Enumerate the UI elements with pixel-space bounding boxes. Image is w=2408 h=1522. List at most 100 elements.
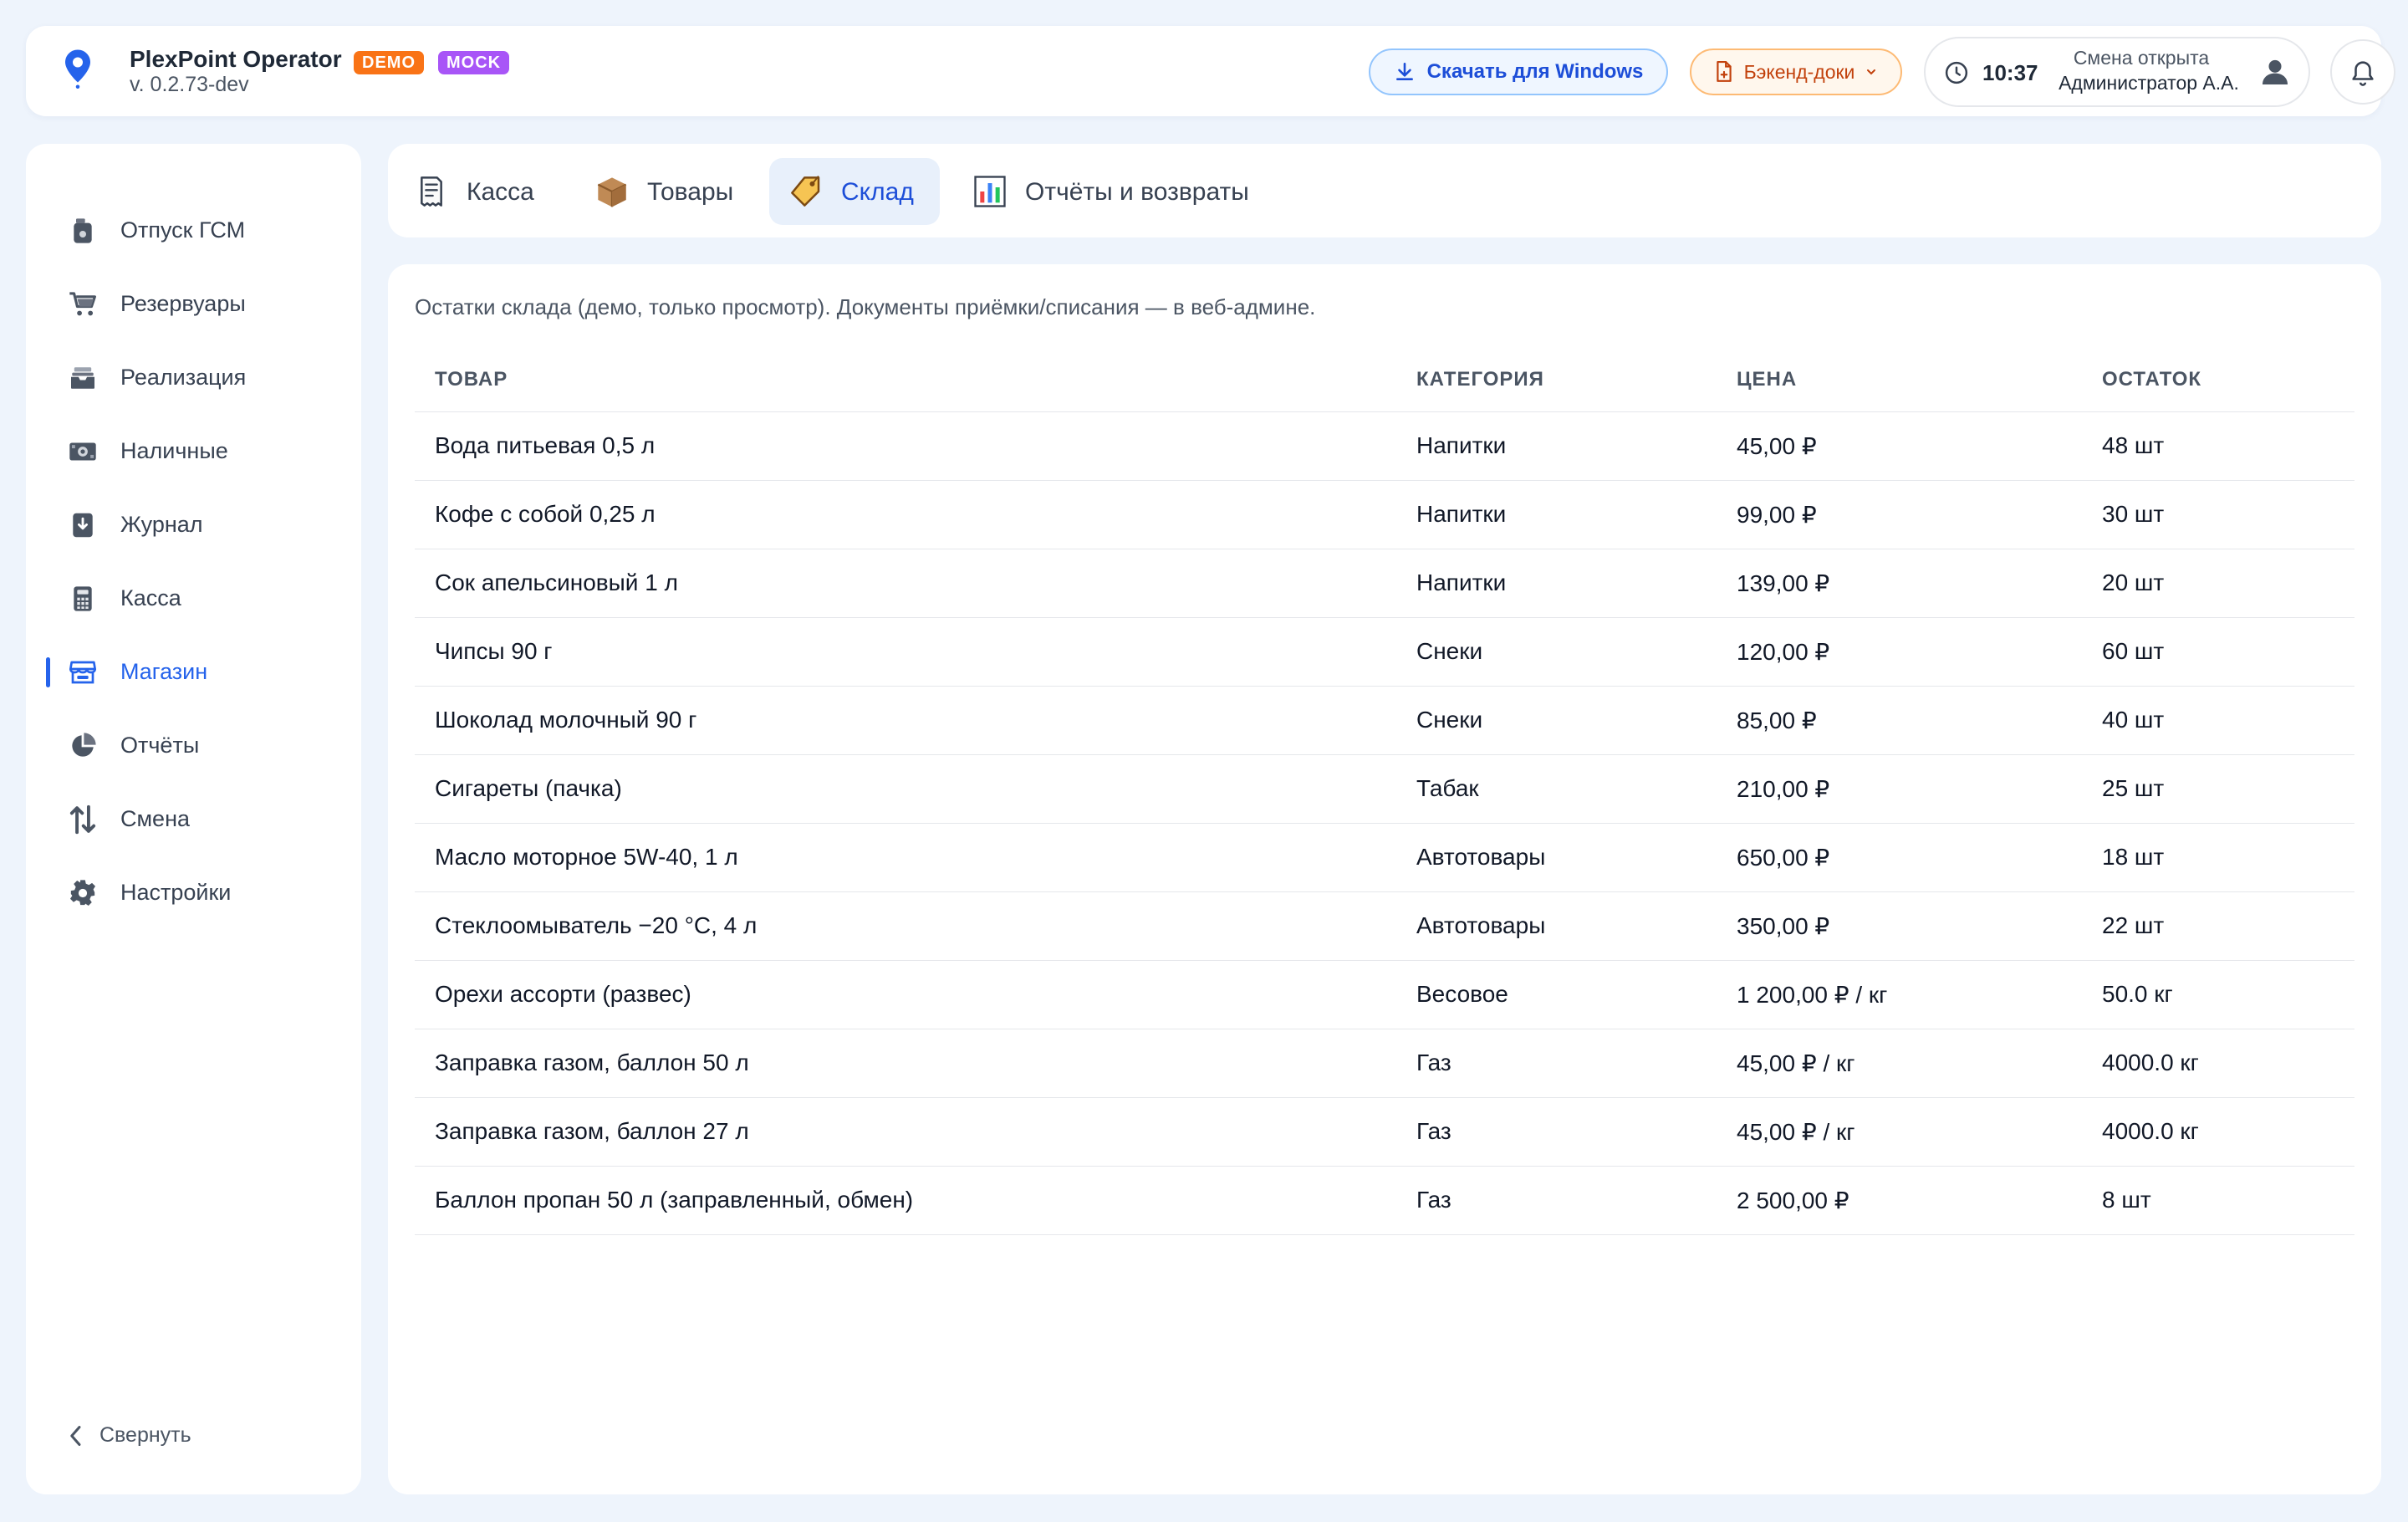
product-name: Стеклоомыватель −20 °C, 4 л bbox=[415, 891, 1396, 961]
tab-label: Склад bbox=[841, 178, 914, 206]
product-category: Напитки bbox=[1396, 411, 1717, 481]
product-price: 350,00 ₽ bbox=[1717, 891, 2082, 961]
shift-status-text: Смена открыта bbox=[2073, 47, 2210, 69]
shift-status-panel[interactable]: 10:37 Смена открыта Администратор А.А. bbox=[1924, 37, 2310, 107]
pie-chart-icon bbox=[68, 731, 98, 761]
tab-goods[interactable]: Товары bbox=[575, 158, 759, 225]
product-stock: 8 шт bbox=[2082, 1166, 2354, 1235]
product-stock: 4000.0 кг bbox=[2082, 1029, 2354, 1098]
column-header-stock[interactable]: ОСТАТОК bbox=[2082, 348, 2354, 412]
product-price: 1 200,00 ₽ / кг bbox=[1717, 960, 2082, 1029]
table-row: Баллон пропан 50 л (заправленный, обмен)… bbox=[415, 1166, 2354, 1235]
inbox-tray-icon bbox=[68, 363, 98, 393]
product-name: Сок апельсиновый 1 л bbox=[415, 549, 1396, 618]
table-row: Масло моторное 5W-40, 1 л Автотовары 650… bbox=[415, 823, 2354, 892]
download-windows-label: Скачать для Windows bbox=[1426, 60, 1644, 83]
table-row: Сигареты (пачка) Табак 210,00 ₽ 25 шт bbox=[415, 754, 2354, 824]
box-icon bbox=[597, 177, 627, 207]
sidebar-item-label: Магазин bbox=[120, 659, 208, 684]
product-price: 210,00 ₽ bbox=[1717, 754, 2082, 824]
notifications-button[interactable] bbox=[2330, 39, 2395, 105]
product-name: Орехи ассорти (развес) bbox=[415, 960, 1396, 1029]
product-category: Напитки bbox=[1396, 549, 1717, 618]
table-row: Вода питьевая 0,5 л Напитки 45,00 ₽ 48 ш… bbox=[415, 411, 2354, 481]
product-category: Автотовары bbox=[1396, 891, 1717, 961]
tab-label: Касса bbox=[467, 178, 534, 206]
sidebar-item-label: Отпуск ГСМ bbox=[120, 217, 246, 243]
product-stock: 30 шт bbox=[2082, 480, 2354, 549]
product-price: 120,00 ₽ bbox=[1717, 617, 2082, 687]
app-version: v. 0.2.73-dev bbox=[130, 73, 249, 96]
table-header-row: ТОВАР КАТЕГОРИЯ ЦЕНА ОСТАТОК bbox=[415, 348, 2354, 412]
app-title: PlexPoint Operator bbox=[130, 46, 342, 72]
product-name: Кофе с собой 0,25 л bbox=[415, 480, 1396, 549]
product-price: 139,00 ₽ bbox=[1717, 549, 2082, 618]
sidebar-item-label: Смена bbox=[120, 806, 191, 831]
gear-icon bbox=[68, 878, 98, 908]
sidebar-item-cash[interactable]: Наличные bbox=[26, 425, 361, 475]
product-name: Сигареты (пачка) bbox=[415, 754, 1396, 824]
sidebar-item-reservoirs[interactable]: Резервуары bbox=[26, 278, 361, 328]
sidebar-item-sales[interactable]: Реализация bbox=[26, 351, 361, 401]
product-stock: 40 шт bbox=[2082, 686, 2354, 755]
tab-reports-returns[interactable]: Отчёты и возвраты bbox=[953, 158, 1271, 225]
backend-docs-label: Бэкенд-доки bbox=[1743, 60, 1855, 83]
panel-note: Остатки склада (демо, только просмотр). … bbox=[415, 294, 1316, 319]
cart-icon bbox=[68, 289, 98, 319]
product-name: Заправка газом, баллон 50 л bbox=[415, 1029, 1396, 1098]
table-row: Стеклоомыватель −20 °C, 4 л Автотовары 3… bbox=[415, 891, 2354, 961]
product-category: Напитки bbox=[1396, 480, 1717, 549]
top-header: PlexPoint Operator DEMO MOCK v. 0.2.73-d… bbox=[26, 26, 2395, 116]
column-header-product[interactable]: ТОВАР bbox=[415, 348, 1396, 412]
sidebar-item-label: Отчёты bbox=[120, 733, 200, 758]
sidebar-item-label: Касса bbox=[120, 585, 181, 610]
chevron-left-icon bbox=[70, 1425, 81, 1446]
journal-icon bbox=[68, 510, 98, 540]
product-category: Снеки bbox=[1396, 686, 1717, 755]
tab-label: Товары bbox=[647, 178, 734, 206]
store-tabs: Касса Товары Склад Отчёты и возвраты bbox=[388, 144, 2381, 237]
product-stock: 18 шт bbox=[2082, 823, 2354, 892]
sidebar-item-store[interactable]: Магазин bbox=[26, 646, 361, 696]
tab-cashbox[interactable]: Касса bbox=[395, 158, 562, 225]
product-category: Табак bbox=[1396, 754, 1717, 824]
product-name: Чипсы 90 г bbox=[415, 617, 1396, 687]
collapse-sidebar-button[interactable]: Свернуть bbox=[68, 1423, 191, 1448]
product-stock: 60 шт bbox=[2082, 617, 2354, 687]
sidebar-item-label: Реализация bbox=[120, 365, 247, 390]
table-row: Орехи ассорти (развес) Весовое 1 200,00 … bbox=[415, 960, 2354, 1029]
product-category: Газ bbox=[1396, 1166, 1717, 1235]
backend-docs-button[interactable]: Бэкенд-доки bbox=[1690, 49, 1902, 95]
current-time: 10:37 bbox=[1982, 60, 2038, 85]
download-windows-button[interactable]: Скачать для Windows bbox=[1369, 49, 1668, 95]
product-name: Заправка газом, баллон 27 л bbox=[415, 1097, 1396, 1167]
download-icon bbox=[1395, 62, 1413, 80]
table-row: Шоколад молочный 90 г Снеки 85,00 ₽ 40 ш… bbox=[415, 686, 2354, 755]
stock-table: ТОВАР КАТЕГОРИЯ ЦЕНА ОСТАТОК Вода питьев… bbox=[415, 348, 2354, 1235]
sidebar-item-label: Резервуары bbox=[120, 291, 246, 316]
sidebar-item-settings[interactable]: Настройки bbox=[26, 866, 361, 917]
sidebar-item-journal[interactable]: Журнал bbox=[26, 498, 361, 549]
product-category: Газ bbox=[1396, 1029, 1717, 1098]
product-stock: 20 шт bbox=[2082, 549, 2354, 618]
mock-badge: MOCK bbox=[438, 51, 510, 74]
product-name: Шоколад молочный 90 г bbox=[415, 686, 1396, 755]
active-indicator bbox=[46, 657, 50, 687]
column-header-price[interactable]: ЦЕНА bbox=[1717, 348, 2082, 412]
sidebar-item-reports[interactable]: Отчёты bbox=[26, 719, 361, 769]
product-stock: 4000.0 кг bbox=[2082, 1097, 2354, 1167]
chevron-down-icon bbox=[1867, 69, 1876, 75]
document-icon bbox=[1716, 61, 1732, 82]
column-header-category[interactable]: КАТЕГОРИЯ bbox=[1396, 348, 1717, 412]
demo-badge: DEMO bbox=[354, 51, 424, 74]
table-row: Кофе с собой 0,25 л Напитки 99,00 ₽ 30 ш… bbox=[415, 480, 2354, 549]
cash-icon bbox=[68, 437, 98, 467]
sidebar: Отпуск ГСМ Резервуары Реализация Наличны… bbox=[26, 144, 361, 1494]
tab-warehouse[interactable]: Склад bbox=[769, 158, 940, 225]
product-category: Весовое bbox=[1396, 960, 1717, 1029]
sidebar-item-cashbox[interactable]: Касса bbox=[26, 572, 361, 622]
shift-user-name: Администратор А.А. bbox=[2059, 72, 2239, 94]
product-category: Снеки bbox=[1396, 617, 1717, 687]
sidebar-item-fuel-dispense[interactable]: Отпуск ГСМ bbox=[26, 204, 361, 254]
sidebar-item-shift[interactable]: Смена bbox=[26, 793, 361, 843]
